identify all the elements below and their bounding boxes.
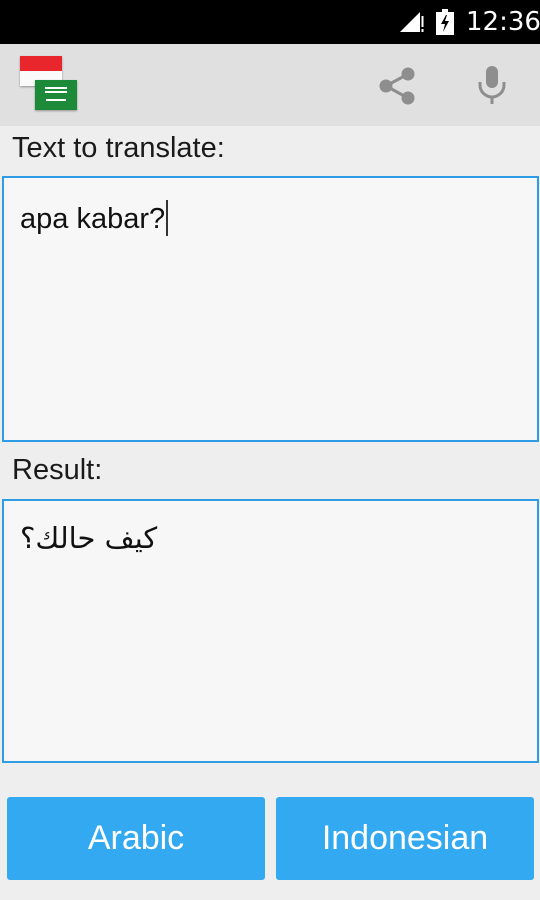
clock: 12:36 — [466, 7, 540, 37]
status-bar: 12:36 — [0, 0, 540, 44]
result-output-field[interactable]: كيف حالك؟ — [2, 499, 539, 763]
indonesian-language-button[interactable]: Indonesian — [276, 797, 534, 880]
action-bar — [0, 44, 540, 126]
arabic-language-button[interactable]: Arabic — [7, 797, 265, 880]
text-cursor — [166, 200, 169, 236]
input-text-value: apa kabar? — [20, 203, 166, 235]
result-label: Result: — [12, 454, 103, 486]
share-icon[interactable] — [374, 62, 422, 110]
result-text-value: كيف حالك؟ — [20, 521, 158, 555]
battery-charging-icon — [436, 9, 454, 35]
microphone-icon[interactable] — [468, 62, 516, 110]
signal-icon — [400, 12, 424, 32]
text-to-translate-input[interactable]: apa kabar? — [2, 176, 539, 442]
input-label: Text to translate: — [12, 132, 225, 164]
saudi-arabia-flag-icon — [35, 80, 77, 110]
language-flags-button[interactable] — [20, 56, 80, 114]
